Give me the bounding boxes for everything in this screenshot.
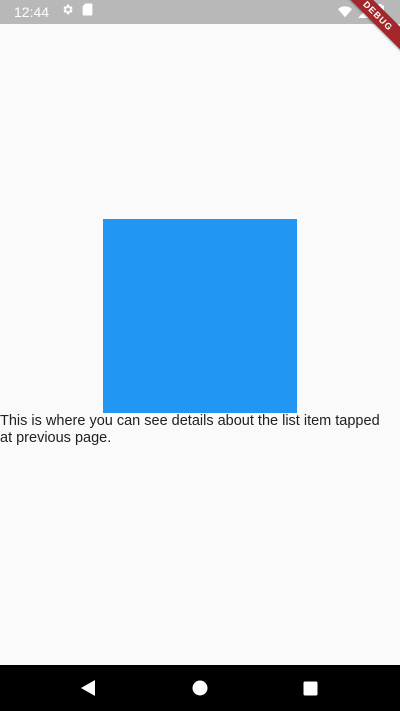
- status-left-icons: [61, 3, 93, 21]
- wifi-icon: [338, 5, 352, 23]
- screen: 12:44 DEBUG This is where you can see de…: [0, 0, 400, 711]
- sd-card-icon: [82, 3, 93, 21]
- detail-color-square: [103, 219, 297, 413]
- detail-page: This is where you can see details about …: [0, 24, 400, 665]
- status-bar: 12:44 DEBUG: [0, 0, 400, 65]
- detail-description: This is where you can see details about …: [0, 413, 380, 446]
- back-icon[interactable]: [77, 677, 99, 699]
- home-icon[interactable]: [189, 677, 211, 699]
- gear-icon: [61, 3, 74, 21]
- recents-icon[interactable]: [299, 677, 321, 699]
- status-time: 12:44: [14, 4, 50, 20]
- navigation-bar: [0, 665, 400, 711]
